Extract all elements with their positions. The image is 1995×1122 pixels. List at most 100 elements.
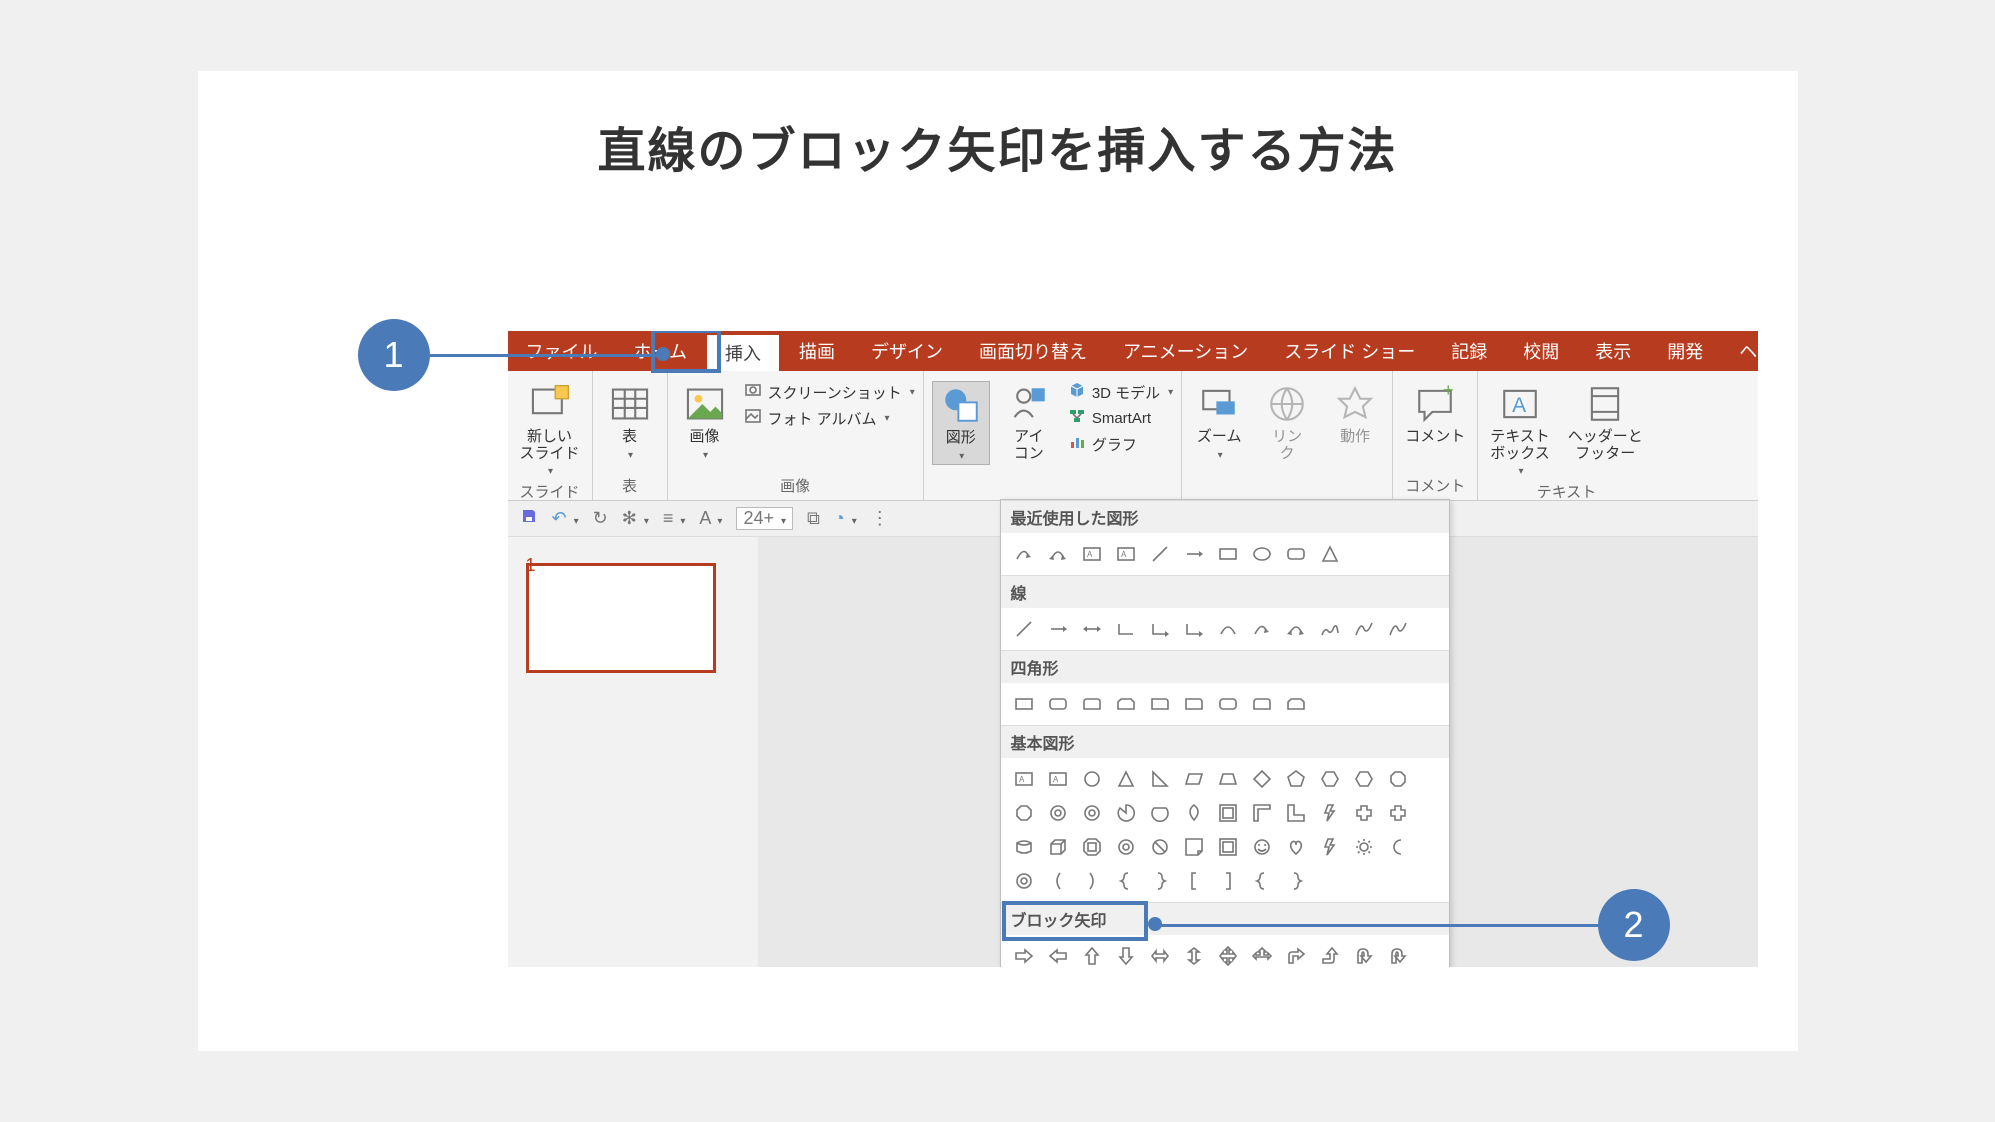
shape-l_elbowarr[interactable] bbox=[1179, 614, 1209, 644]
shape-l_free[interactable] bbox=[1349, 614, 1379, 644]
font-size-input[interactable]: 24+ ▾ bbox=[736, 507, 793, 530]
shapes-qat-icon[interactable]: ◔ ▾ bbox=[834, 508, 857, 529]
save-icon[interactable] bbox=[520, 507, 538, 530]
shape-l_arrowr[interactable] bbox=[1179, 539, 1209, 569]
shape-lightning[interactable] bbox=[1315, 798, 1345, 828]
shape-noentry[interactable] bbox=[1145, 832, 1175, 862]
screenshot-button[interactable]: スクリーンショット ▾ bbox=[744, 381, 915, 403]
shape-chord[interactable] bbox=[1145, 798, 1175, 828]
shape-rbracket[interactable] bbox=[1213, 866, 1243, 896]
tab-view[interactable]: 表示 bbox=[1577, 331, 1649, 371]
shape-rect[interactable] bbox=[1009, 689, 1039, 719]
shape-l_diag[interactable] bbox=[1009, 614, 1039, 644]
smartart-button[interactable]: SmartArt bbox=[1068, 407, 1173, 429]
shape-a_quad[interactable] bbox=[1213, 941, 1243, 967]
photo-album-button[interactable]: フォト アルバム ▾ bbox=[744, 407, 915, 429]
table-button[interactable]: 表 ▾ bbox=[601, 381, 659, 463]
header-footer-button[interactable]: ヘッダーと フッター bbox=[1564, 381, 1647, 464]
shape-tear[interactable] bbox=[1179, 798, 1209, 828]
shape-rrect[interactable] bbox=[1281, 539, 1311, 569]
shape-roundone[interactable] bbox=[1145, 689, 1175, 719]
shape-l_elbowarr[interactable] bbox=[1145, 614, 1175, 644]
shape-donut[interactable] bbox=[1077, 798, 1107, 828]
shape-rrect[interactable] bbox=[1043, 689, 1073, 719]
shape-l_curvearr[interactable] bbox=[1247, 614, 1277, 644]
action-button[interactable]: 動作 bbox=[1326, 381, 1384, 448]
tab-help[interactable]: ヘルプ bbox=[1721, 331, 1757, 371]
tab-draw[interactable]: 描画 bbox=[781, 331, 853, 371]
shape-a_ud[interactable] bbox=[1179, 941, 1209, 967]
shape-a_uturn[interactable] bbox=[1383, 941, 1413, 967]
shape-lparen[interactable] bbox=[1043, 866, 1073, 896]
images-button[interactable]: 画像 ▾ bbox=[676, 381, 734, 463]
tab-animations[interactable]: アニメーション bbox=[1105, 331, 1266, 371]
list-icon[interactable]: ≡ ▾ bbox=[663, 508, 686, 529]
shape-a_uturn[interactable] bbox=[1349, 941, 1379, 967]
shape-a_r[interactable] bbox=[1009, 941, 1039, 967]
shape-triangle[interactable] bbox=[1111, 764, 1141, 794]
redo-icon[interactable]: ↻ bbox=[593, 508, 608, 529]
shape-halfframe[interactable] bbox=[1247, 798, 1277, 828]
shape-a_u[interactable] bbox=[1077, 941, 1107, 967]
tab-developer[interactable]: 開発 bbox=[1649, 331, 1721, 371]
shape-rect[interactable] bbox=[1213, 539, 1243, 569]
shape-rbrace[interactable] bbox=[1281, 866, 1311, 896]
shape-a_bent_u[interactable] bbox=[1315, 941, 1345, 967]
shape-lbracket[interactable] bbox=[1179, 866, 1209, 896]
shape-pent[interactable] bbox=[1281, 764, 1311, 794]
textbox-button[interactable]: A テキスト ボックス ▾ bbox=[1486, 381, 1554, 479]
shape-para[interactable] bbox=[1179, 764, 1209, 794]
shape-pie[interactable] bbox=[1111, 798, 1141, 828]
shape-rrect[interactable] bbox=[1213, 689, 1243, 719]
shape-donut[interactable] bbox=[1009, 866, 1039, 896]
shape-l_curvearr[interactable] bbox=[1009, 539, 1039, 569]
tab-file[interactable]: ファイル bbox=[508, 331, 616, 371]
shape-donut[interactable] bbox=[1111, 832, 1141, 862]
shape-smile[interactable] bbox=[1247, 832, 1277, 862]
shape-heart[interactable] bbox=[1281, 832, 1311, 862]
shape-roundone[interactable] bbox=[1179, 689, 1209, 719]
shape-l_elbow[interactable] bbox=[1111, 614, 1141, 644]
shape-hex[interactable] bbox=[1349, 764, 1379, 794]
more-icon[interactable]: ⋮ bbox=[871, 508, 889, 529]
shape-plus[interactable] bbox=[1349, 798, 1379, 828]
tab-review[interactable]: 校閲 bbox=[1505, 331, 1577, 371]
group-icon[interactable]: ⧉ bbox=[807, 508, 820, 529]
shape-l_curveboth[interactable] bbox=[1281, 614, 1311, 644]
shape-hex[interactable] bbox=[1315, 764, 1345, 794]
new-slide-button[interactable]: 新しい スライド ▾ bbox=[516, 381, 584, 479]
shape-rrect2[interactable] bbox=[1247, 689, 1277, 719]
shape-a_lrup[interactable] bbox=[1247, 941, 1277, 967]
tab-slideshow[interactable]: スライド ショー bbox=[1266, 331, 1433, 371]
shape-oct[interactable] bbox=[1383, 764, 1413, 794]
comment-button[interactable]: + コメント bbox=[1401, 381, 1469, 448]
shape-cube[interactable] bbox=[1043, 832, 1073, 862]
shape-oval[interactable] bbox=[1247, 539, 1277, 569]
shape-lightning[interactable] bbox=[1315, 832, 1345, 862]
shape-rbrace[interactable] bbox=[1145, 866, 1175, 896]
shape-can[interactable] bbox=[1009, 832, 1039, 862]
shape-a_lr[interactable] bbox=[1145, 941, 1175, 967]
shape-plus[interactable] bbox=[1383, 798, 1413, 828]
3d-models-button[interactable]: 3D モデル ▾ bbox=[1068, 381, 1173, 403]
link-button[interactable]: リン ク bbox=[1258, 381, 1316, 464]
shape-circle[interactable] bbox=[1077, 764, 1107, 794]
shape-lbrace[interactable] bbox=[1247, 866, 1277, 896]
slide-thumbnail-1[interactable] bbox=[526, 563, 716, 673]
shape-sun[interactable] bbox=[1349, 832, 1379, 862]
shape-moon[interactable] bbox=[1383, 832, 1413, 862]
shape-lshape[interactable] bbox=[1281, 798, 1311, 828]
tab-transitions[interactable]: 画面切り替え bbox=[961, 331, 1105, 371]
shape-rrect_top[interactable] bbox=[1281, 689, 1311, 719]
tab-insert[interactable]: 挿入 bbox=[707, 335, 779, 371]
shape-folded[interactable] bbox=[1179, 832, 1209, 862]
tab-record[interactable]: 記録 bbox=[1433, 331, 1505, 371]
shape-textbox[interactable]: A bbox=[1077, 539, 1107, 569]
shapes-button[interactable]: 図形 ▾ bbox=[932, 381, 990, 465]
shape-a_bent_r[interactable] bbox=[1281, 941, 1311, 967]
shape-trap[interactable] bbox=[1213, 764, 1243, 794]
shape-rrect2[interactable] bbox=[1077, 689, 1107, 719]
shape-rparen[interactable] bbox=[1077, 866, 1107, 896]
shape-l_arrowr[interactable] bbox=[1043, 614, 1073, 644]
shape-l_curveboth[interactable] bbox=[1043, 539, 1073, 569]
